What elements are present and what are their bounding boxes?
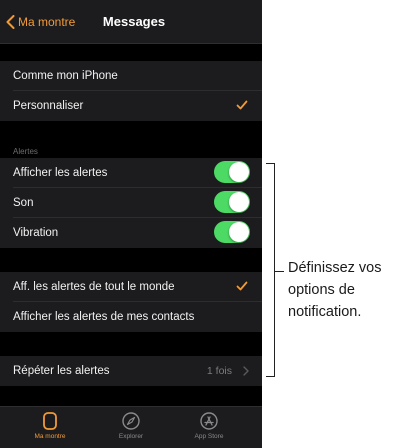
show-alerts-toggle[interactable] [214,161,250,183]
checkmark-icon [236,281,248,291]
tab-bar: Ma montre Explorer App Store [0,406,262,448]
navigation-bar: Ma montre Messages [0,0,262,44]
callout-bracket-tick [275,271,284,272]
tab-my-watch-label: Ma montre [34,433,66,440]
checkmark-icon [236,100,248,110]
watch-app-screen: Ma montre Messages Comme mon iPhone Pers… [0,0,262,448]
repeat-alerts-label: Répéter les alertes [13,365,110,377]
page-title: Messages [102,14,166,29]
toggle-knob [229,222,249,242]
toggle-knob [229,162,249,182]
callout-line: Définissez vos [288,260,382,276]
sound-toggle[interactable] [214,191,250,213]
option-alerts-everyone[interactable]: Aff. les alertes de tout le monde [0,272,262,302]
vibration-label: Vibration [13,227,59,239]
compass-icon [122,412,140,430]
option-mirror-iphone-label: Comme mon iPhone [13,70,118,82]
tab-explore[interactable]: Explorer [96,411,166,447]
option-alerts-contacts-label: Afficher les alertes de mes contacts [13,311,195,323]
option-mirror-iphone[interactable]: Comme mon iPhone [0,61,262,91]
show-alerts-label: Afficher les alertes [13,167,108,179]
option-alerts-contacts[interactable]: Afficher les alertes de mes contacts [0,302,262,332]
callout-line: options de [288,281,355,298]
tab-app-store-label: App Store [194,433,224,440]
repeat-alerts-row[interactable]: Répéter les alertes 1 fois [0,356,262,386]
app-store-icon [200,412,218,430]
tab-my-watch[interactable]: Ma montre [15,411,85,447]
toggle-knob [229,192,249,212]
watch-icon [43,412,57,430]
vibration-row: Vibration [0,218,262,248]
tab-app-store[interactable]: App Store [174,411,244,447]
tab-explore-label: Explorer [118,433,144,440]
sound-row: Son [0,188,262,218]
callout-bracket [266,163,275,377]
chevron-right-icon [243,366,249,376]
option-alerts-everyone-label: Aff. les alertes de tout le monde [13,281,175,293]
show-alerts-row: Afficher les alertes [0,158,262,188]
alerts-section-header: Alertes [13,147,38,156]
callout-line: notification. [288,303,362,320]
option-custom[interactable]: Personnaliser [0,91,262,121]
callout-text: Définissez vos options de notification. [288,258,415,323]
repeat-alerts-value: 1 fois [206,365,232,377]
option-custom-label: Personnaliser [13,100,84,112]
vibration-toggle[interactable] [214,221,250,243]
sound-label: Son [13,197,34,209]
